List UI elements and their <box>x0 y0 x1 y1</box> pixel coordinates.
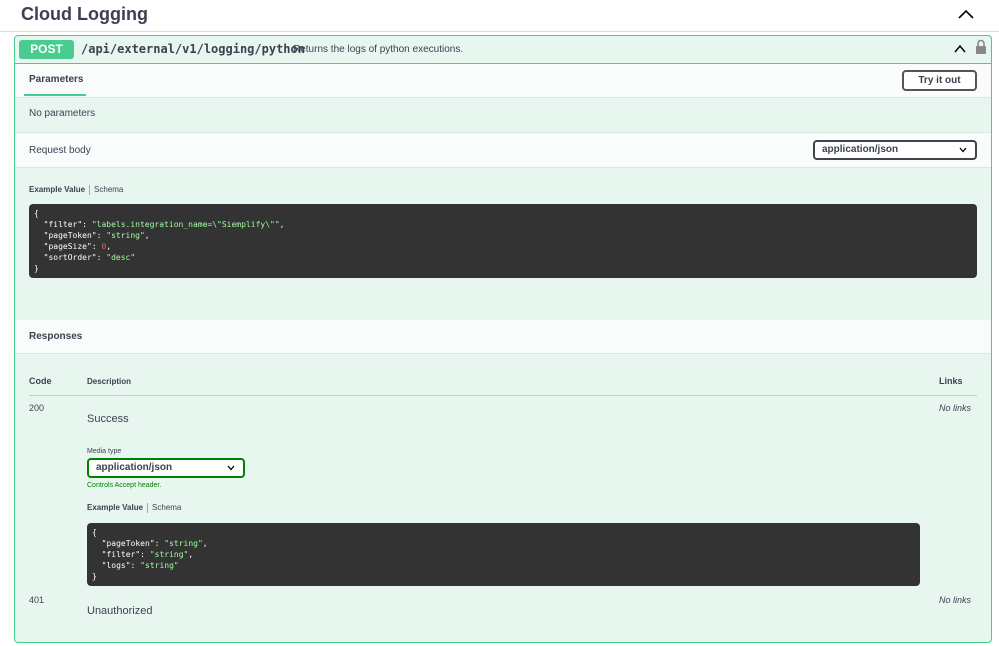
accept-header-note: Controls Accept header. <box>87 482 162 489</box>
responses-title: Responses <box>29 331 83 342</box>
tab-schema[interactable]: Schema <box>152 503 181 512</box>
operation-description: Returns the logs of python executions. <box>293 44 464 55</box>
tab-parameters[interactable]: Parameters <box>29 74 83 85</box>
code-line: "filter": "string", <box>101 550 194 559</box>
code-line: "filter": "labels.integration_name=\"Sie… <box>43 220 285 229</box>
json-key: "filter" <box>43 220 83 229</box>
response-media-type-value: application/json <box>96 462 173 473</box>
code-line: "pageSize": 0, <box>43 242 112 251</box>
request-example-code: { "filter": "labels.integration_name=\"S… <box>29 204 977 278</box>
tab-example-value[interactable]: Example Value <box>29 185 85 194</box>
json-key: "pageToken" <box>101 539 155 548</box>
code-line: "sortOrder": "desc" <box>43 253 136 262</box>
code-line: } <box>92 572 97 581</box>
response-example-code: { "pageToken": "string", "filter": "stri… <box>87 523 920 586</box>
json-value: "string" <box>140 561 179 570</box>
tab-schema[interactable]: Schema <box>94 185 123 194</box>
code-line: { <box>92 528 97 537</box>
json-key: "sortOrder" <box>43 253 97 262</box>
chevron-up-icon[interactable] <box>953 42 967 56</box>
tab-active-indicator <box>24 94 86 96</box>
request-body-label: Request body <box>29 145 91 156</box>
response-links: No links <box>939 403 972 413</box>
response-description: Success <box>87 413 129 425</box>
response-code: 200 <box>29 403 45 413</box>
no-parameters-text: No parameters <box>29 108 96 119</box>
chevron-up-icon[interactable] <box>956 6 976 22</box>
code-line: { <box>34 209 39 218</box>
response-media-type-select[interactable]: application/json <box>87 458 245 478</box>
json-key: "filter" <box>101 550 141 559</box>
try-it-out-button[interactable]: Try it out <box>902 70 977 91</box>
chevron-down-icon <box>227 465 235 471</box>
json-value: "string" <box>149 550 189 559</box>
parameters-tab-header: Parameters Try it out <box>15 64 991 98</box>
column-description: Description <box>87 377 132 386</box>
request-content-type-value: application/json <box>822 144 899 155</box>
response-links: No links <box>939 595 972 605</box>
json-value: "labels.integration_name=\"Siemplify\"" <box>91 220 280 229</box>
code-line: } <box>34 264 39 273</box>
section-header[interactable]: Cloud Logging <box>0 0 999 32</box>
code-line: "pageToken": "string", <box>43 231 150 240</box>
section-title: Cloud Logging <box>21 4 148 24</box>
json-key: "logs" <box>101 561 131 570</box>
chevron-down-icon <box>959 147 967 153</box>
lock-icon[interactable] <box>975 39 987 55</box>
operation-block: POST /api/external/v1/logging/python Ret… <box>14 35 992 643</box>
json-key: "pageToken" <box>43 231 97 240</box>
code-line: "pageToken": "string", <box>101 539 208 548</box>
media-type-label: Media type <box>87 448 122 455</box>
request-body-header: Request body application/json <box>15 132 991 168</box>
tab-separator <box>147 503 149 513</box>
column-code: Code <box>29 376 52 386</box>
json-value: "string" <box>164 539 203 548</box>
tab-example-value[interactable]: Example Value <box>87 503 143 512</box>
responses-header: Responses <box>15 320 991 354</box>
json-value: "desc" <box>106 253 136 262</box>
json-key: "pageSize" <box>43 242 92 251</box>
operation-path: /api/external/v1/logging/python <box>81 42 305 56</box>
method-badge: POST <box>19 40 74 59</box>
code-line: "logs": "string" <box>101 561 179 570</box>
response-description: Unauthorized <box>87 605 153 617</box>
json-value: "string" <box>106 231 145 240</box>
request-content-type-select[interactable]: application/json <box>813 140 977 160</box>
tab-separator <box>89 185 91 195</box>
column-links: Links <box>939 376 963 386</box>
divider <box>29 395 977 396</box>
response-code: 401 <box>29 595 45 605</box>
operation-summary[interactable]: POST /api/external/v1/logging/python Ret… <box>15 36 991 64</box>
response-example-tabs: Example Value Schema <box>87 503 181 513</box>
request-example-tabs: Example Value Schema <box>29 185 123 195</box>
json-value: 0 <box>101 242 107 251</box>
